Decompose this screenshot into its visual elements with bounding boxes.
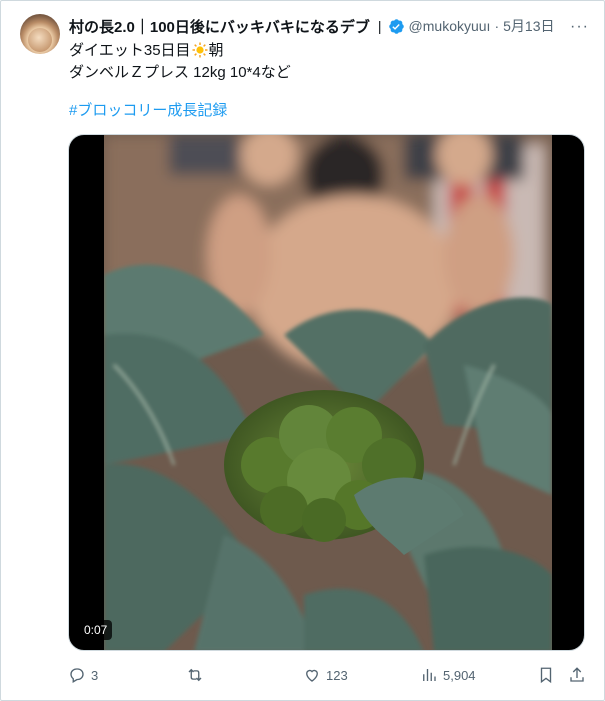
text-line-2: ダンベルＺプレス 12kg 10*4など xyxy=(69,64,291,81)
video-duration: 0:07 xyxy=(79,620,113,640)
text-line-1-start: ダイエット35日目 xyxy=(69,42,191,59)
views-button[interactable]: 5,904 xyxy=(420,664,476,686)
reply-count: 3 xyxy=(91,667,99,683)
avatar[interactable] xyxy=(20,14,60,54)
video-player[interactable]: 0:07 xyxy=(68,134,585,651)
post-date[interactable]: 5月13日 xyxy=(503,16,554,36)
hashtag-link[interactable]: #ブロッコリー成長記録 xyxy=(69,100,227,122)
action-bar: 3 123 5,904 xyxy=(68,664,590,686)
like-button[interactable]: 123 xyxy=(303,664,348,686)
retweet-icon xyxy=(188,668,202,682)
text-line-1: ダイエット35日目朝 xyxy=(69,40,589,62)
more-options-icon[interactable]: ··· xyxy=(570,18,589,36)
user-handle[interactable]: @mukokyuuı xyxy=(409,18,491,34)
retweet-button[interactable] xyxy=(186,664,209,686)
verified-badge-icon xyxy=(388,18,404,34)
reply-icon xyxy=(70,668,84,683)
tweet-header: 村の長2.0｜100日後にバッキバキになるデブ | @mukokyuuı · 5… xyxy=(69,16,589,36)
sun-icon xyxy=(192,42,208,58)
video-thumbnail xyxy=(104,135,552,650)
views-icon xyxy=(423,669,436,681)
bookmark-button[interactable] xyxy=(537,664,555,686)
separator: | xyxy=(377,18,382,34)
like-count: 123 xyxy=(326,667,348,683)
text-line-1-end: 朝 xyxy=(208,42,224,59)
share-button[interactable] xyxy=(568,664,586,686)
like-icon xyxy=(306,669,318,682)
display-name[interactable]: 村の長2.0｜100日後にバッキバキになるデブ xyxy=(69,16,370,37)
views-count: 5,904 xyxy=(443,667,476,683)
share-icon xyxy=(570,667,584,682)
video-frame[interactable] xyxy=(104,135,552,650)
tweet-text: ダイエット35日目朝 ダンベルＺプレス 12kg 10*4など xyxy=(69,40,589,84)
reply-button[interactable]: 3 xyxy=(68,664,98,686)
dot-separator: · xyxy=(494,18,500,34)
bookmark-icon xyxy=(540,667,552,684)
